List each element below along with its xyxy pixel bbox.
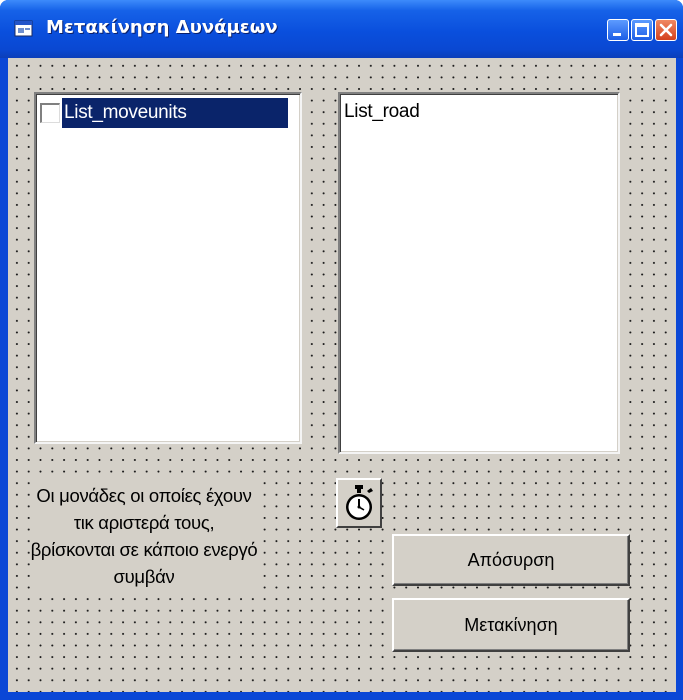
app-window-icon[interactable] [14,19,34,39]
list-item[interactable]: List_moveunits [40,98,288,128]
stopwatch-icon [346,485,373,520]
info-label: Οι μονάδες οι οποίες έχουν τικ αριστερά … [30,482,258,592]
title-bar[interactable]: Μετακίνηση Δυνάμεων [0,0,683,58]
form-client-area: List_moveunits List_road Οι μονάδες οι ο… [8,58,676,692]
timer-control[interactable] [336,478,382,528]
withdraw-button[interactable]: Απόσυρση [392,534,630,586]
minimize-icon[interactable] [607,19,629,41]
window-title: Μετακίνηση Δυνάμεων [46,17,278,38]
close-icon[interactable] [655,19,677,41]
list-road[interactable]: List_road [338,92,620,454]
list-item-label: List_moveunits [62,98,288,128]
move-button[interactable]: Μετακίνηση [392,598,630,652]
list-item-label[interactable]: List_road [344,97,420,127]
list-item-checkbox[interactable] [40,103,60,123]
maximize-icon[interactable] [631,19,653,41]
list-moveunits[interactable]: List_moveunits [34,92,302,444]
app-window: Μετακίνηση Δυνάμεων List_moveunits List_… [0,0,683,700]
